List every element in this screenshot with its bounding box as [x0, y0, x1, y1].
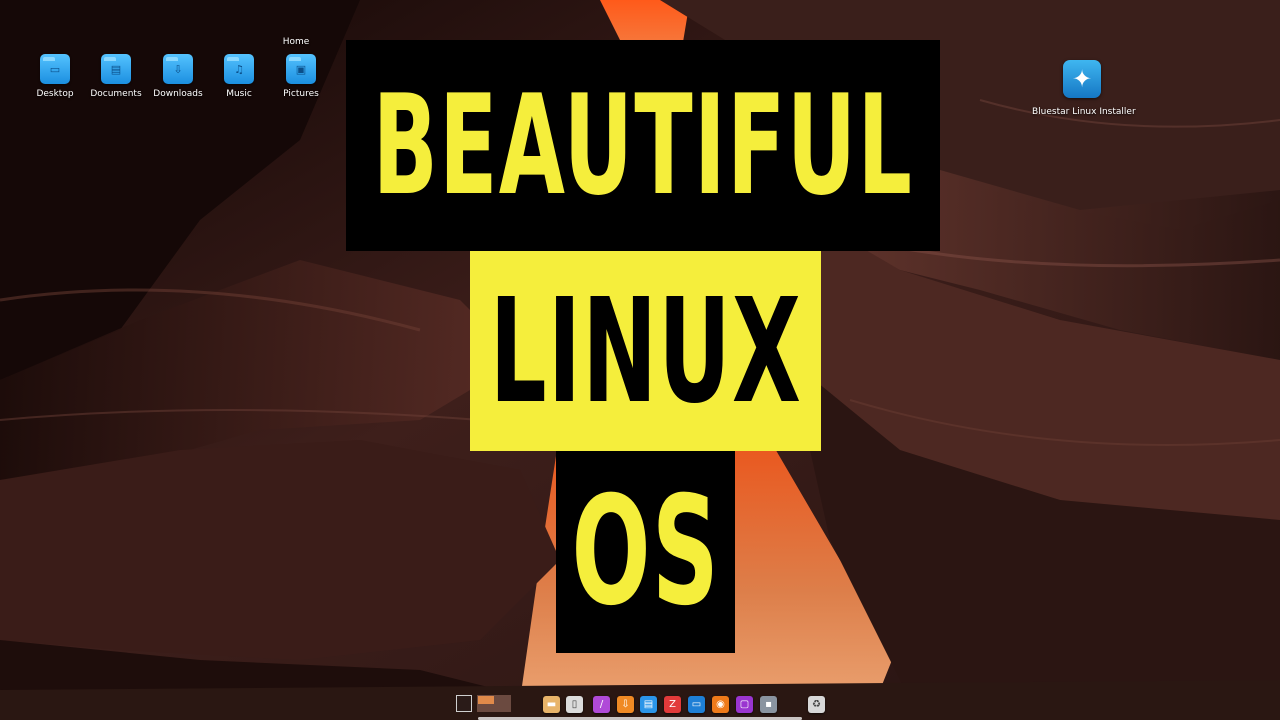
workspace-preview: [478, 696, 494, 704]
screen-icon[interactable]: ▭: [688, 696, 705, 713]
title-line-2: LINUX: [470, 251, 821, 451]
music-folder-label: Music: [226, 89, 252, 99]
firefox-icon[interactable]: ◉: [712, 696, 729, 713]
home-group-title: Home: [282, 37, 310, 47]
title-line-3: OS: [556, 451, 735, 653]
title-line-1: BEAUTIFUL: [346, 40, 940, 251]
music-folder-icon: ♫: [224, 54, 254, 84]
title-line-3-text: OS: [571, 465, 720, 639]
trash-icon[interactable]: ♻: [808, 696, 825, 713]
title-line-1-text: BEAUTIFUL: [372, 65, 914, 226]
bluestar-installer-shortcut[interactable]: ✦ Bluestar Linux Installer: [1032, 60, 1136, 117]
paint-brush-icon[interactable]: /: [593, 696, 610, 713]
workspace-1[interactable]: [456, 695, 472, 712]
compass-star-icon: ✦: [1063, 60, 1101, 98]
installer-label: Bluestar Linux Installer: [1032, 107, 1136, 117]
documents-folder-icon: ▤: [101, 54, 131, 84]
desktop-folder-icon: ▭: [40, 54, 70, 84]
settings-toggle-icon[interactable]: ▪: [760, 696, 777, 713]
pictures-folder-label: Pictures: [283, 89, 319, 99]
chat-icon[interactable]: ▢: [736, 696, 753, 713]
downloads-folder[interactable]: ⇩ Downloads: [147, 54, 209, 99]
desktop-folder[interactable]: ▭ Desktop: [24, 54, 86, 99]
downloads-folder-icon: ⇩: [163, 54, 193, 84]
file-manager-icon[interactable]: ▬: [543, 696, 560, 713]
pictures-folder-icon: ▣: [286, 54, 316, 84]
package-installer-icon[interactable]: ⇩: [617, 696, 634, 713]
pictures-folder[interactable]: ▣ Pictures: [270, 54, 332, 99]
documents-folder-label: Documents: [90, 89, 142, 99]
title-line-2-text: LINUX: [489, 267, 802, 435]
downloads-folder-label: Downloads: [153, 89, 203, 99]
home-folder-group: Home ▭ Desktop ▤ Documents ⇩ Downloads ♫…: [24, 34, 344, 104]
filezilla-icon[interactable]: Z: [664, 696, 681, 713]
bottom-dock: ▬ ▯ / ⇩ ▤ Z ▭ ◉ ▢ ▪ ♻: [0, 692, 1280, 720]
desktop-folder-label: Desktop: [36, 89, 74, 99]
text-editor-icon[interactable]: ▯: [566, 696, 583, 713]
workspace-2[interactable]: [477, 695, 511, 712]
document-icon[interactable]: ▤: [640, 696, 657, 713]
music-folder[interactable]: ♫ Music: [208, 54, 270, 99]
documents-folder[interactable]: ▤ Documents: [85, 54, 147, 99]
